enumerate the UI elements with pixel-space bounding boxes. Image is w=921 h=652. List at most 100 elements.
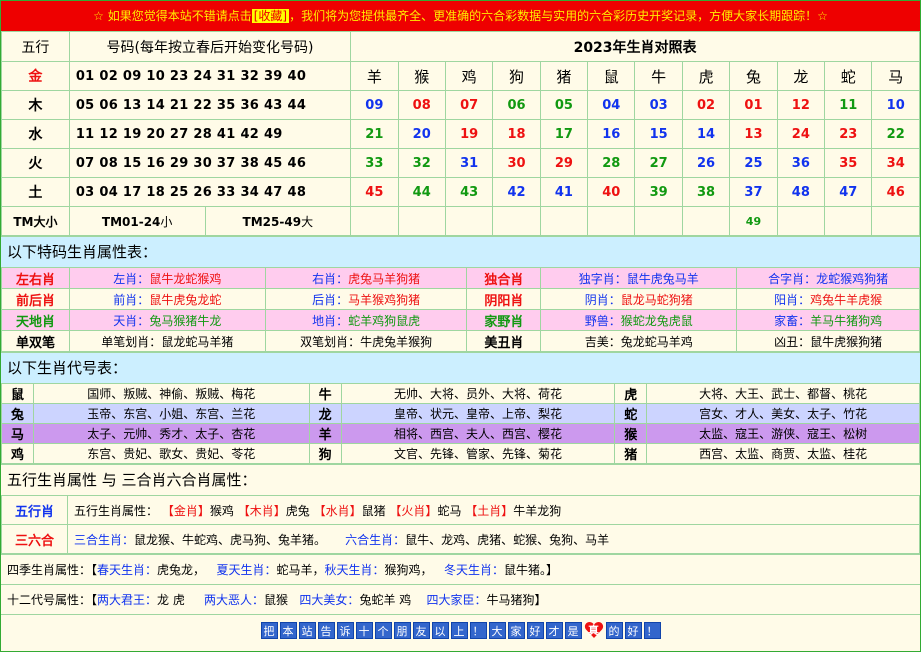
number-cell: 11 (824, 90, 873, 120)
attr-label: 阴阳肖 (466, 288, 542, 310)
number-cell: 37 (729, 177, 778, 207)
footer-tile: ！ (643, 621, 661, 639)
attr-value: 龙蛇猴鸡狗猪 (816, 271, 889, 286)
wuxing-value: 虎兔 (285, 503, 310, 518)
daihao-text: 东宫、贵妃、歌女、贵妃、苓花 (32, 443, 310, 464)
zodiac-header-cell: 马 (871, 61, 920, 91)
wuxing-key: 【土肖】 (465, 503, 514, 518)
attr-cell: 左肖：鼠牛龙蛇猴鸡 (68, 267, 266, 289)
number-cell: 38 (681, 177, 731, 207)
daihao-animal: 猴 (614, 423, 648, 444)
attr-value: 鼠牛龙蛇猴鸡 (149, 271, 222, 286)
attr-cell: 前肖：鼠牛虎兔龙蛇 (68, 288, 266, 310)
zodiac-header-cell: 蛇 (824, 61, 873, 91)
zodiac-table: 五行 号码(每年按立春后开始变化号码) 2023年生肖对照表 金 01 02 0… (1, 31, 920, 236)
attr-key: 地肖： (312, 313, 349, 328)
wuxing-prefix: 五行生肖属性： (74, 503, 159, 518)
footer-tile: 是 (564, 621, 582, 639)
twelve-row: 十二代号属性：【两大君王：龙 虎 两大恶人：鼠猴 四大美女：兔蛇羊 鸡 四大家臣… (1, 584, 920, 614)
number-cell: 40 (587, 177, 636, 207)
wuxing-value: 鼠猪 (361, 503, 386, 518)
number-cell: 09 (350, 90, 399, 120)
number-cell: 33 (350, 148, 399, 178)
wuxing-key: 【水肖】 (313, 503, 362, 518)
season-key: 春天生肖： (97, 563, 158, 577)
wuxing-value: 蛇马 (437, 503, 462, 518)
banner-suffix: ，我们将为您提供最齐全、更准确的六合彩数据与实用的六合彩历史开奖记录，方便大家长… (289, 9, 828, 23)
attr-cell: 后肖：马羊猴鸡狗猪 (264, 288, 468, 310)
number-cell: 22 (871, 119, 920, 149)
banner-prefix: ☆ 如果您觉得本站不错请点击 (93, 9, 252, 23)
empty-cell (871, 206, 920, 236)
heart-icon: 真 (584, 620, 604, 640)
footer-tile: 站 (298, 621, 316, 639)
number-cell: 12 (776, 90, 826, 120)
empty-cell (444, 206, 494, 236)
number-cell: 35 (824, 148, 873, 178)
attr-row: 天地肖 天肖：兔马猴猪牛龙 地肖：蛇羊鸡狗鼠虎 家野肖 野兽：猴蛇龙兔虎鼠 家畜… (1, 309, 920, 331)
number-cell: 26 (681, 148, 731, 178)
attr-label: 前后肖 (1, 288, 70, 310)
footer-tile: 大 (488, 621, 506, 639)
number-cell: 44 (397, 177, 446, 207)
attr-label: 左右肖 (1, 267, 70, 289)
season-prefix: 四季生肖属性：【 (7, 563, 98, 577)
attr-label: 家野肖 (466, 309, 542, 331)
wuxing-key: 【木肖】 (237, 503, 286, 518)
twelve-key: 两大恶人： (203, 593, 264, 607)
number-cell: 06 (492, 90, 541, 120)
daihao-animal: 龙 (308, 403, 342, 424)
tm-small-range: TM01-24 (101, 214, 161, 229)
season-key: 冬天生肖： (444, 563, 505, 577)
number-cell: 48 (776, 177, 826, 207)
number-cell: 39 (634, 177, 683, 207)
element-mu: 木 (1, 90, 70, 120)
number-cell: 16 (587, 119, 636, 149)
daihao-animal: 猪 (614, 443, 648, 464)
attr-key: 单笔划肖： (101, 334, 162, 349)
number-cell: 29 (539, 148, 589, 178)
attr-value: 马羊猴鸡狗猪 (348, 292, 421, 307)
zodiac-header-cell: 虎 (681, 61, 731, 91)
attr-label: 单双笔 (1, 330, 70, 352)
wuxing-table: 五行肖 五行生肖属性： 【金肖】猴鸡 【木肖】虎兔 【水肖】鼠猪 【火肖】蛇马 … (1, 495, 920, 554)
attr-key: 天肖： (113, 313, 150, 328)
zodiac-header-cell: 牛 (634, 61, 683, 91)
attr-cell: 野兽：猴蛇龙兔虎鼠 (540, 309, 738, 331)
number-cell: 02 (681, 90, 731, 120)
attr-value: 鼠牛虎兔龙蛇 (149, 292, 222, 307)
number-cell: 43 (444, 177, 494, 207)
daihao-section-title: 以下生肖代号表： (1, 352, 920, 383)
attr-row: 单双笔 单笔划肖：鼠龙蛇马羊猪 双笔划肖：牛虎兔羊猴狗 美丑肖 吉美：兔龙蛇马羊… (1, 330, 920, 352)
attr-key: 野兽： (584, 313, 621, 328)
attr-key: 合字肖： (768, 271, 817, 286)
wuxing-key: 【金肖】 (161, 503, 210, 518)
footer-tile: 才 (545, 621, 563, 639)
attr-value: 牛虎兔羊猴狗 (360, 334, 433, 349)
daihao-animal: 虎 (614, 383, 648, 404)
number-cell: 23 (824, 119, 873, 149)
tm-label: TM大小 (1, 206, 70, 236)
number-cell: 32 (397, 148, 446, 178)
tm-small-suffix: 小 (160, 214, 173, 229)
daihao-animal: 鸡 (1, 443, 34, 464)
number-cell: 24 (776, 119, 826, 149)
top-banner: ☆ 如果您觉得本站不错请点击 [收藏] ，我们将为您提供最齐全、更准确的六合彩数据与… (1, 1, 920, 31)
footer-tile: 的 (605, 621, 623, 639)
attr-cell: 凶丑：鼠牛虎猴狗猪 (736, 330, 920, 352)
empty-cell (397, 206, 446, 236)
twelve-key: 四大美女： (299, 593, 360, 607)
number-cell: 08 (397, 90, 446, 120)
wuxing-row: 五行肖 五行生肖属性： 【金肖】猴鸡 【木肖】虎兔 【水肖】鼠猪 【火肖】蛇马 … (1, 495, 920, 525)
attr-value: 猴蛇龙兔虎鼠 (620, 313, 693, 328)
empty-cell (824, 206, 873, 236)
attr-value: 鼠牛虎兔马羊 (626, 271, 699, 286)
attr-value: 蛇羊鸡狗鼠虎 (348, 313, 421, 328)
col-header-wuxing: 五行 (1, 31, 70, 62)
liuhe-value: 鼠牛、龙鸡、虎猪、蛇猴、兔狗、马羊 (405, 532, 610, 547)
daihao-animal: 牛 (308, 383, 342, 404)
season-key: 夏天生肖： (216, 563, 277, 577)
bookmark-link[interactable]: [收藏] (251, 9, 290, 23)
number-cell: 45 (350, 177, 399, 207)
attr-row: 前后肖 前肖：鼠牛虎兔龙蛇 后肖：马羊猴鸡狗猪 阴阳肖 阴肖：鼠龙马蛇狗猪 阳肖… (1, 288, 920, 310)
